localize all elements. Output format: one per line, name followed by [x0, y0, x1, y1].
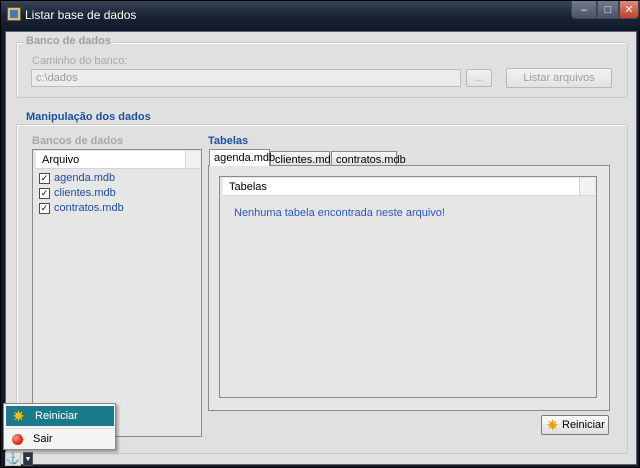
- tab-clientes[interactable]: clientes.mdb: [270, 151, 337, 166]
- files-list[interactable]: Arquivo ✓ agenda.mdb ✓ clientes.mdb ✓ co…: [32, 149, 202, 437]
- menu-item-label: Reiniciar: [35, 410, 78, 422]
- anchor-icon[interactable]: ⚓: [5, 452, 21, 466]
- context-menu: ✷ Reiniciar Sair: [3, 403, 116, 450]
- app-icon: [7, 7, 21, 21]
- file-name: contratos.mdb: [54, 202, 124, 214]
- list-item[interactable]: ✓ contratos.mdb: [39, 202, 124, 214]
- main-window: Listar base de dados – □ ✕ Banco de dado…: [0, 0, 640, 468]
- column-header-tabelas[interactable]: Tabelas: [223, 178, 579, 196]
- database-group-legend: Banco de dados: [24, 35, 113, 47]
- path-label: Caminho do banco:: [32, 55, 128, 67]
- close-button[interactable]: ✕: [619, 1, 639, 19]
- list-files-button[interactable]: Listar arquivos: [506, 68, 612, 88]
- client-area: Banco de dados Caminho do banco: c:\dado…: [5, 31, 637, 465]
- data-manipulation-legend: Manipulação dos dados: [24, 111, 153, 123]
- reset-button-label: Reiniciar: [562, 419, 605, 431]
- file-name: agenda.mdb: [54, 172, 116, 184]
- checkbox-checked-icon[interactable]: ✓: [39, 202, 50, 214]
- checkbox-checked-icon[interactable]: ✓: [39, 172, 50, 184]
- tab-contratos[interactable]: contratos.mdb: [331, 151, 406, 166]
- browse-button[interactable]: ...: [466, 69, 492, 87]
- list-item[interactable]: ✓ agenda.mdb: [39, 172, 115, 184]
- sun-icon: ✷: [546, 416, 559, 433]
- column-header-filler: [579, 178, 595, 196]
- tab-page: Tabelas Nenhuma tabela encontrada neste …: [208, 165, 610, 411]
- checkbox-checked-icon[interactable]: ✓: [39, 187, 50, 199]
- path-input[interactable]: c:\dados: [31, 69, 461, 87]
- sun-icon: ✷: [12, 407, 25, 424]
- menu-item-sair[interactable]: Sair: [6, 429, 114, 449]
- list-item[interactable]: ✓ clientes.mdb: [39, 187, 116, 199]
- window-title: Listar base de dados: [25, 8, 137, 22]
- empty-tables-message: Nenhuma tabela encontrada neste arquivo!: [234, 207, 445, 219]
- menu-item-reiniciar[interactable]: ✷ Reiniciar: [6, 406, 114, 426]
- banks-label: Bancos de dados: [32, 135, 124, 147]
- reset-button[interactable]: ✷ Reiniciar: [541, 415, 609, 435]
- file-name: clientes.mdb: [54, 187, 116, 199]
- red-ball-icon: [12, 433, 23, 445]
- tab-agenda[interactable]: agenda.mdb: [209, 149, 275, 166]
- title-bar[interactable]: Listar base de dados – □ ✕: [1, 1, 640, 31]
- tables-label: Tabelas: [208, 135, 249, 147]
- maximize-button[interactable]: □: [597, 1, 619, 19]
- column-header-arquivo[interactable]: Arquivo: [36, 151, 185, 169]
- status-strip: ⚓ ▼: [5, 451, 45, 467]
- column-header-filler: [185, 151, 200, 169]
- menu-item-label: Sair: [33, 433, 53, 445]
- tables-list[interactable]: Tabelas Nenhuma tabela encontrada neste …: [219, 176, 597, 398]
- dropdown-arrow-icon[interactable]: ▼: [23, 452, 33, 466]
- minimize-button[interactable]: –: [571, 1, 597, 19]
